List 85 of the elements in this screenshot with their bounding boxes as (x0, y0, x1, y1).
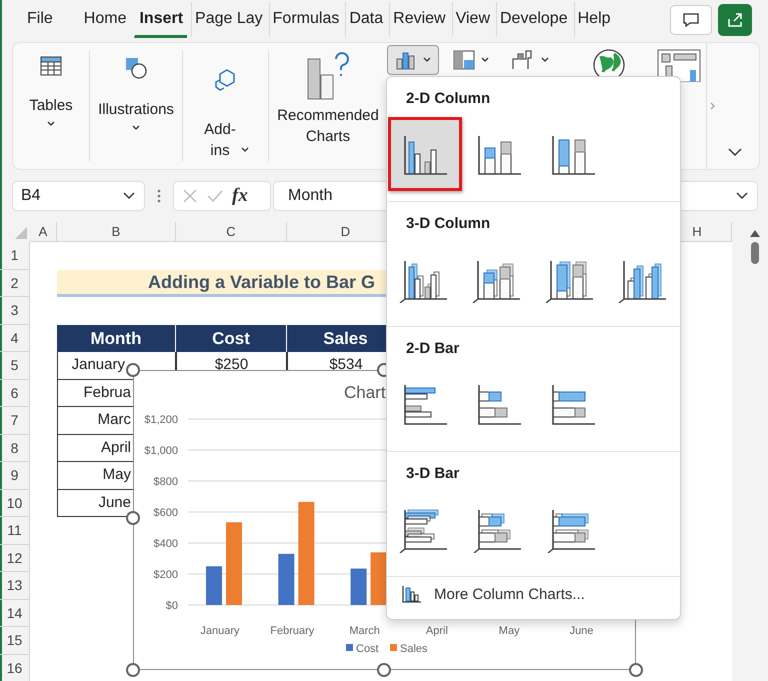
section-heading: 2-D Column (405, 89, 492, 109)
ribbon-tab[interactable]: File (22, 2, 57, 38)
ribbon-label: Illustrations (98, 100, 174, 120)
axis-label: $200 (154, 569, 178, 581)
table-header-cell: Cost (176, 324, 287, 352)
axis-label: January (200, 625, 240, 637)
column-header[interactable]: B (57, 222, 176, 242)
section-heading: 3-D Bar (405, 464, 460, 484)
axis-label: June (570, 625, 594, 637)
row-header[interactable]: 10 (0, 490, 30, 517)
row-header[interactable]: 15 (0, 627, 30, 654)
axis-label: $1,000 (144, 445, 178, 457)
chart-button[interactable] (387, 45, 439, 75)
ribbon-tab[interactable]: Data (345, 2, 388, 38)
chart-question-icon (305, 51, 351, 101)
share-button[interactable] (718, 4, 752, 36)
row-header[interactable]: 1 (0, 242, 30, 270)
row-header[interactable]: 7 (0, 407, 30, 434)
table-icon (38, 55, 63, 77)
row-header[interactable]: 4 (0, 324, 30, 352)
ribbon-tab[interactable]: Review (389, 2, 450, 38)
scrollbar-thumb[interactable] (751, 242, 759, 264)
chevron-down-icon (735, 191, 749, 201)
row-header[interactable]: 16 (0, 654, 30, 681)
chart-title: Chart (344, 383, 386, 402)
bar (350, 568, 367, 605)
axis-label: $600 (154, 507, 178, 519)
ribbon-button[interactable]: Tables (29, 51, 73, 161)
axis-label: $400 (154, 538, 178, 550)
scroll-up-icon[interactable] (749, 228, 761, 238)
ribbon-tab[interactable]: View (452, 2, 494, 38)
row-header[interactable]: 6 (0, 380, 30, 407)
triangle-icon (14, 226, 28, 240)
insert-function-button[interactable]: fx (232, 185, 248, 207)
column-header[interactable]: A (30, 222, 57, 242)
column-chart-icon (402, 585, 422, 603)
grip-icon (157, 189, 161, 203)
bar (206, 566, 222, 605)
axis-label: May (498, 625, 520, 637)
legend-label: Cost (356, 643, 379, 655)
chart-type-option[interactable] (388, 117, 462, 191)
column-header[interactable]: C (176, 222, 287, 242)
name-box[interactable]: B4 (12, 181, 145, 211)
share-icon (726, 11, 744, 29)
row-header[interactable]: 11 (0, 517, 30, 544)
ribbon-button[interactable]: Illustrations (98, 51, 174, 161)
row-header[interactable]: 5 (0, 352, 30, 380)
axis-label: $0 (166, 600, 178, 612)
ribbon-tab[interactable]: Page Lay (191, 2, 267, 38)
shapes-icon (123, 55, 149, 81)
section-heading: 2-D Bar (405, 339, 460, 359)
axis-label: March (349, 625, 380, 637)
axis-label: $800 (154, 476, 178, 488)
ribbon-label: Tables (29, 96, 73, 116)
axis-label: February (270, 625, 314, 637)
axis-label: April (426, 625, 448, 637)
ribbon-label: Add-ins (203, 120, 237, 161)
legend-label: Sales (400, 643, 428, 655)
check-icon[interactable] (206, 188, 224, 204)
bar (370, 552, 387, 605)
row-header[interactable]: 8 (0, 434, 30, 462)
section-heading: 3-D Column (405, 214, 492, 234)
ribbon-label: Recommended Charts (276, 106, 380, 147)
chevron-down-icon (122, 191, 136, 201)
chevron-right-icon[interactable] (709, 101, 717, 111)
row-header[interactable]: 2 (0, 270, 30, 297)
row-header[interactable]: 9 (0, 462, 30, 490)
ribbon-button[interactable]: Add-ins (201, 51, 250, 161)
row-header[interactable]: 13 (0, 572, 30, 600)
bar (278, 554, 294, 605)
treemap-icon (452, 49, 476, 71)
comment-icon (682, 12, 700, 28)
table-header-cell: Month (57, 324, 176, 352)
row-header[interactable]: 14 (0, 600, 30, 627)
ribbon-tab[interactable]: Formulas (268, 2, 344, 38)
axis-label: $1,200 (144, 414, 178, 426)
ribbon-tab[interactable]: Develope (496, 2, 572, 38)
ribbon-tab[interactable]: Home (78, 2, 130, 38)
ribbon-button[interactable]: Recommended Charts (270, 51, 386, 161)
ribbon-tab[interactable]: Insert (134, 2, 188, 38)
ribbon-tab[interactable]: Help (574, 2, 615, 38)
comments-button[interactable] (670, 5, 712, 35)
chevron-down-icon[interactable] (727, 147, 743, 157)
row-header[interactable]: 3 (0, 297, 30, 324)
row-header[interactable]: 12 (0, 544, 30, 572)
